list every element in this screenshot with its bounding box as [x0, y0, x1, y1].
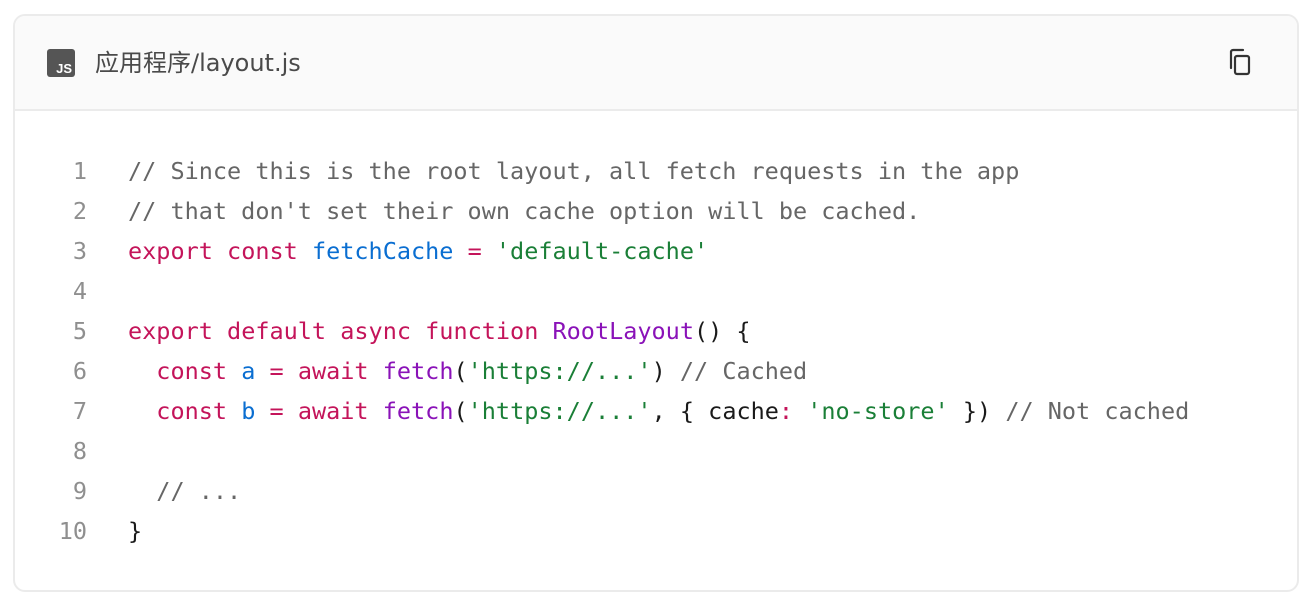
code-token-punct: (: [453, 397, 468, 425]
line-content: const b = await fetch('https://...', { c…: [128, 391, 1189, 431]
code-line: 3 export const fetchCache = 'default-cach…: [15, 231, 1297, 271]
code-line: 1 // Since this is the root layout, all f…: [15, 151, 1297, 191]
code-token-punct: [227, 397, 241, 425]
code-token-punct: ): [651, 357, 680, 385]
code-token-keyword: export: [128, 237, 213, 265]
line-number: 3: [72, 237, 87, 265]
code-token-punct: [213, 317, 227, 345]
code-token-string: 'default-cache': [495, 237, 709, 265]
code-token-punct: [128, 357, 156, 385]
code-token-punct: [227, 357, 241, 385]
code-token-string: 'https://...': [467, 397, 652, 425]
code-area: 1 // Since this is the root layout, all f…: [15, 151, 1297, 551]
line-content: }: [128, 511, 142, 551]
code-token-punct: [411, 317, 425, 345]
line-number: 10: [58, 517, 87, 545]
code-token-punct: }: [128, 517, 143, 545]
code-token-string: 'no-store': [807, 397, 949, 425]
code-token-func: fetch: [382, 357, 454, 385]
code-token-comment: // Not cached: [1005, 397, 1190, 425]
code-token-punct: [255, 357, 269, 385]
code-token-punct: [284, 357, 298, 385]
code-token-keyword: :: [778, 397, 794, 425]
code-token-keyword: await: [297, 357, 369, 385]
line-number: 2: [72, 197, 87, 225]
code-token-keyword: export: [128, 317, 213, 345]
code-token-punct: (: [453, 357, 468, 385]
code-token-keyword: const: [156, 357, 228, 385]
code-line: 5 export default async function RootLayou…: [15, 311, 1297, 351]
code-token-punct: [284, 397, 298, 425]
code-block-header: JS 应用程序/layout.js: [15, 16, 1297, 111]
code-token-keyword: async: [340, 317, 411, 345]
line-content: export default async function RootLayout…: [128, 311, 751, 351]
code-line: 4: [15, 271, 1297, 311]
code-token-comment: // that don't set their own cache option…: [128, 197, 921, 225]
line-content: const a = await fetch('https://...') // …: [128, 351, 807, 391]
code-token-keyword: const: [227, 237, 298, 265]
code-token-func: RootLayout: [552, 317, 694, 345]
code-block: JS 应用程序/layout.js 1 // Since this is the …: [13, 14, 1299, 592]
code-line: 8: [15, 431, 1297, 471]
code-token-var: b: [241, 397, 256, 425]
code-token-string: 'https://...': [467, 357, 652, 385]
line-number: 5: [72, 317, 87, 345]
code-token-keyword: =: [467, 237, 482, 265]
line-number: 9: [72, 477, 87, 505]
code-token-punct: , { cache: [651, 397, 779, 425]
line-content: // that don't set their own cache option…: [128, 191, 920, 231]
code-line: 6 const a = await fetch('https://...') /…: [15, 351, 1297, 391]
code-token-punct: [128, 477, 156, 505]
line-content: // ...: [128, 471, 241, 511]
code-token-punct: [128, 397, 156, 425]
code-line: 7 const b = await fetch('https://...', {…: [15, 391, 1297, 431]
js-badge-label: JS: [56, 61, 72, 76]
code-token-punct: [793, 397, 807, 425]
code-line: 9 // ...: [15, 471, 1297, 511]
line-number: 4: [72, 277, 87, 305]
line-number: 1: [72, 157, 87, 185]
line-number: 6: [72, 357, 87, 385]
code-token-punct: [298, 237, 312, 265]
code-token-punct: [369, 357, 383, 385]
code-token-punct: [538, 317, 552, 345]
code-line: 2 // that don't set their own cache optio…: [15, 191, 1297, 231]
code-token-keyword: function: [425, 317, 539, 345]
code-token-comment: // Cached: [679, 357, 808, 385]
line-content: // Since this is the root layout, all fe…: [128, 151, 1019, 191]
code-token-punct: [482, 237, 496, 265]
line-number: 8: [72, 437, 87, 465]
code-token-punct: () {: [693, 317, 751, 345]
copy-button[interactable]: [1225, 46, 1259, 80]
code-token-punct: }): [948, 397, 1006, 425]
code-line: 10}: [15, 511, 1297, 551]
code-token-keyword: =: [269, 357, 284, 385]
code-token-keyword: =: [269, 397, 284, 425]
code-token-punct: [255, 397, 269, 425]
code-token-keyword: const: [156, 397, 228, 425]
code-token-var: fetchCache: [311, 237, 454, 265]
code-token-punct: [453, 237, 467, 265]
code-token-comment: // Since this is the root layout, all fe…: [128, 157, 1020, 185]
javascript-file-icon: JS: [47, 49, 75, 77]
code-token-var: a: [241, 357, 256, 385]
code-token-punct: [369, 397, 383, 425]
line-content: export const fetchCache = 'default-cache…: [128, 231, 708, 271]
code-token-punct: [213, 237, 227, 265]
code-token-func: fetch: [382, 397, 454, 425]
line-number: 7: [72, 397, 87, 425]
copy-icon: [1229, 48, 1251, 76]
code-token-punct: [326, 317, 340, 345]
code-token-comment: // ...: [156, 477, 242, 505]
code-token-keyword: await: [297, 397, 369, 425]
file-name: 应用程序/layout.js: [95, 49, 301, 77]
code-token-keyword: default: [227, 317, 327, 345]
